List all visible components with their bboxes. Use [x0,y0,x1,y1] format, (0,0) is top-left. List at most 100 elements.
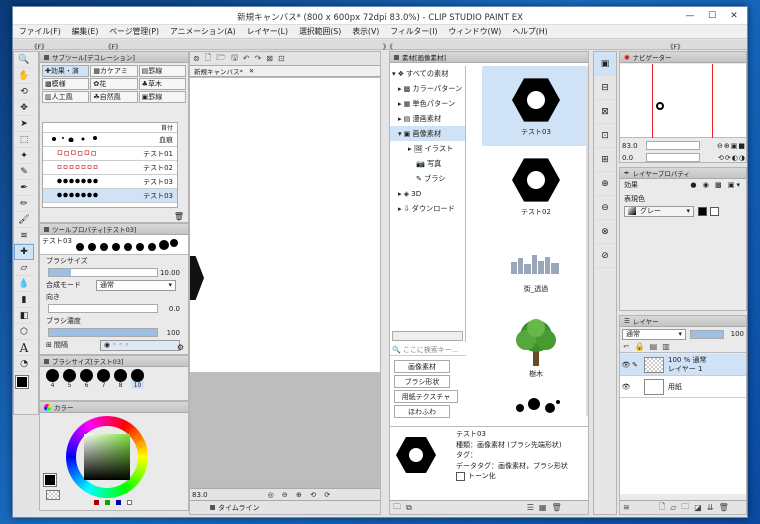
navigator-preview[interactable] [620,64,746,138]
lock-icon[interactable]: 🔒 [635,342,645,351]
layer-row-1[interactable]: 👁 ✎ 100 % 通常 レイヤー 1 [620,354,746,376]
paste-icon[interactable]: ⧉ [406,503,412,513]
tree-all[interactable]: ▾ ❖ すべての素材 [390,66,465,81]
material-item-test02[interactable]: テスト02 [482,150,588,217]
navigator-tab[interactable]: ナビゲーター [633,52,672,62]
toolprop-tab[interactable]: ツールプロパティ[テスト03] [52,224,136,234]
dock-icon-5[interactable]: ⊞ [594,148,616,172]
subtool-kakeami[interactable]: ▦ カケアミ [90,65,138,77]
mask-icon[interactable]: ◪ [694,503,702,512]
transparent-swatch[interactable] [46,490,60,500]
hand-tool[interactable]: ✋ [14,68,34,84]
size-preset-8[interactable]: 8 [114,369,127,389]
subtool-flower[interactable]: ✿ 花 [90,78,138,90]
view-grid-icon[interactable]: ▦ [539,503,547,512]
tab-close-icon[interactable]: ✕ [249,67,254,75]
collapse-left[interactable]: 《F》 [31,41,48,51]
dock-icon-3[interactable]: ⊠ [594,100,616,124]
save-icon[interactable]: 🖫 [231,52,238,66]
subtool-border[interactable]: ▤ 罫線 [138,65,186,77]
tree-image[interactable]: ▾ ▣ 画像素材 [390,126,465,141]
menu-help[interactable]: ヘルプ(H) [512,26,547,37]
folder-icon[interactable]: 🗀 [393,501,401,515]
direction-slider[interactable]: 0.0 [40,303,188,315]
menu-filter[interactable]: フィルター(I) [390,26,437,37]
pen-tool[interactable]: ✒ [14,180,34,196]
interval-row[interactable]: ⊞ 間隔 ◉ ◦ ◦ ◦ [40,339,188,351]
nav-zoom-row[interactable]: 83.0 ⊖⊕▣■ [620,140,746,152]
menu-file[interactable]: ファイル(F) [19,26,61,37]
menu-animation[interactable]: アニメーション(A) [170,26,236,37]
blend-mode-select[interactable]: 通常 ▾ [96,279,176,291]
decoration-tool[interactable]: ✚ [14,244,34,260]
density-slider[interactable]: 100 [40,327,188,339]
zoom-tool[interactable]: 🔍 [14,52,34,68]
menu-selection[interactable]: 選択範囲(S) [299,26,341,37]
list-item-test02[interactable]: テスト02 [43,161,177,175]
size-preset-5[interactable]: 5 [63,369,76,389]
tree-manga[interactable]: ▸ ▤ 漫画素材 [390,111,465,126]
subtool-plants[interactable]: ♣ 草木 [138,78,186,90]
brush-tool[interactable]: 🖌 [14,212,34,228]
trash-icon[interactable]: 🗑 [551,503,561,512]
list-item[interactable]: 首付 [43,123,177,133]
menu-edit[interactable]: 編集(E) [72,26,99,37]
menu-view[interactable]: 表示(V) [352,26,379,37]
white-swatch[interactable] [710,206,719,216]
tag-fluffy[interactable]: ほわふわ [394,405,450,418]
minimize-button[interactable]: — [679,7,701,25]
menu-page[interactable]: ページ管理(P) [109,26,159,37]
subtool-effect[interactable]: ✚ 効果・演 [42,65,90,77]
interval-select[interactable]: ◉ ◦ ◦ ◦ [100,339,180,351]
tree-color-pattern[interactable]: ▸ ▩ カラーパターン [390,81,465,96]
layer-opacity[interactable]: 100 [731,330,744,338]
figure-tool[interactable]: ⬡ [14,324,34,340]
transform-icon[interactable]: ⊡ [278,54,285,63]
tree-illust[interactable]: ▸ 🖼 イラスト [390,141,465,156]
list-item-test01[interactable]: テスト01 [43,147,177,161]
eye-icon[interactable]: 👁 [620,361,632,369]
collapse-right[interactable]: 《F》 [667,41,684,51]
rotate-tool[interactable]: ⟲ [14,84,34,100]
saturation-box[interactable] [84,434,130,480]
size-preset-6[interactable]: 6 [80,369,93,389]
tree-photo[interactable]: 📷 写真 [390,156,465,171]
redo-icon[interactable]: ↷ [255,54,262,63]
green-swatch[interactable] [105,500,110,505]
tree-scrollbar[interactable] [392,331,463,341]
stack-icon[interactable]: ≋ [623,503,630,512]
color-mode-select[interactable]: グレー ▾ [624,205,694,217]
dock-icon-6[interactable]: ⊕ [594,172,616,196]
collapse-left-2[interactable]: 《F》 [105,41,122,51]
size-preset-10[interactable]: 10 [131,369,144,389]
layer-blend-select[interactable]: 通常 ▾ [622,328,686,340]
move-tool[interactable]: ✥ [14,100,34,116]
trash-icon[interactable]: 🗑 [174,212,184,221]
dock-icon-7[interactable]: ⊖ [594,196,616,220]
clear-icon[interactable]: ⊠ [266,54,273,63]
canvas-tab[interactable]: 新規キャンバス* [194,66,243,76]
view-list-icon[interactable]: ☰ [527,503,534,512]
layer-ref-icon[interactable]: ▤ [650,342,658,351]
canvas-viewport[interactable] [190,78,380,484]
material-tab[interactable]: 素材[画像素材] [402,52,446,62]
dock-icon-9[interactable]: ⊘ [594,244,616,268]
list-item-blood[interactable]: 血痕 [43,133,177,147]
red-swatch[interactable] [94,500,99,505]
main-color-swatch[interactable] [43,473,57,487]
brushsize-tab[interactable]: ブラシサイズ[テスト03] [52,356,124,366]
white-swatch[interactable] [127,500,132,505]
subtool-artificial[interactable]: ▥ 人工風 [42,91,90,103]
new-vector-icon[interactable]: ▱ [670,503,676,512]
color-swatch[interactable] [15,375,36,394]
clip-icon[interactable]: ⌐ [623,342,630,351]
new-layer-icon[interactable]: 🗋 [659,501,665,515]
merge-icon[interactable]: ⇊ [707,503,714,512]
timeline-tab[interactable]: タイムライン [218,503,260,513]
menu-layer[interactable]: レイヤー(L) [247,26,288,37]
eraser-tool[interactable]: ▱ [14,260,34,276]
nav-angle-row[interactable]: 0.0 ⟲⟳◐◑ [620,152,746,162]
layer-draft-icon[interactable]: ▥ [662,342,670,351]
gradient-tool[interactable]: ◧ [14,308,34,324]
size-preset-4[interactable]: 4 [46,369,59,389]
